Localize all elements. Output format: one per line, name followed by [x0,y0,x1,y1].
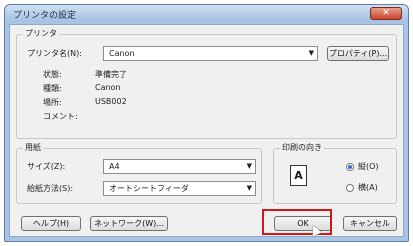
chevron-down-icon: ▼ [308,49,314,57]
location-value: USB002 [95,97,127,106]
paper-source-dropdown[interactable]: オートシートフィーダ ▼ [103,181,256,196]
paper-source-value: オートシートフィーダ [109,184,189,193]
close-icon: ✕ [382,8,390,18]
status-value: 準備完了 [95,70,127,79]
window-title: プリンタの設定 [13,11,77,21]
printer-name-dropdown[interactable]: Canon ▼ [103,46,318,61]
portrait-label[interactable]: 縦(O) [358,161,379,172]
properties-button[interactable]: プロパティ(P)... [327,46,389,61]
landscape-label[interactable]: 横(A) [358,182,378,193]
paper-group-legend: 用紙 [23,142,43,153]
status-label: 状態: [43,70,62,79]
portrait-radio[interactable] [346,163,354,171]
printer-name-label: プリンタ名(N): [27,49,82,58]
dialog-body: プリンタ プリンタ名(N): Canon ▼ プロパティ(P)... 状態: 準… [9,24,404,237]
printer-name-value: Canon [109,49,135,58]
landscape-radio[interactable] [346,184,354,192]
portrait-page-icon: A [290,165,307,186]
orientation-group: 印刷の向き A 縦(O) 横(A) [273,142,397,204]
paper-group: 用紙 サイズ(Z): A4 ▼ 給紙方法(S): オートシートフィーダ ▼ [16,142,262,204]
paper-size-label: サイズ(Z): [27,162,66,171]
orientation-group-legend: 印刷の向き [280,142,324,153]
paper-source-label: 給紙方法(S): [27,184,74,193]
comment-label: コメント: [43,112,78,121]
ok-highlight-box [262,209,332,235]
type-value: Canon [95,83,121,92]
paper-size-dropdown[interactable]: A4 ▼ [103,159,256,174]
help-button[interactable]: ヘルプ(H) [21,216,81,231]
printer-settings-window: プリンタの設定 ✕ プリンタ プリンタ名(N): Canon ▼ プロパティ(P… [4,4,409,242]
printer-group: プリンタ プリンタ名(N): Canon ▼ プロパティ(P)... 状態: 準… [16,28,397,139]
type-label: 種類: [43,84,62,93]
printer-group-legend: プリンタ [23,28,59,39]
location-label: 場所: [43,98,62,107]
network-button[interactable]: ネットワーク(W)... [90,216,168,231]
title-bar: プリンタの設定 ✕ [5,5,408,22]
paper-size-value: A4 [109,162,120,171]
close-button[interactable]: ✕ [370,7,402,20]
chevron-down-icon: ▼ [246,162,252,170]
chevron-down-icon: ▼ [246,184,252,192]
cancel-button[interactable]: キャンセル [343,216,397,231]
